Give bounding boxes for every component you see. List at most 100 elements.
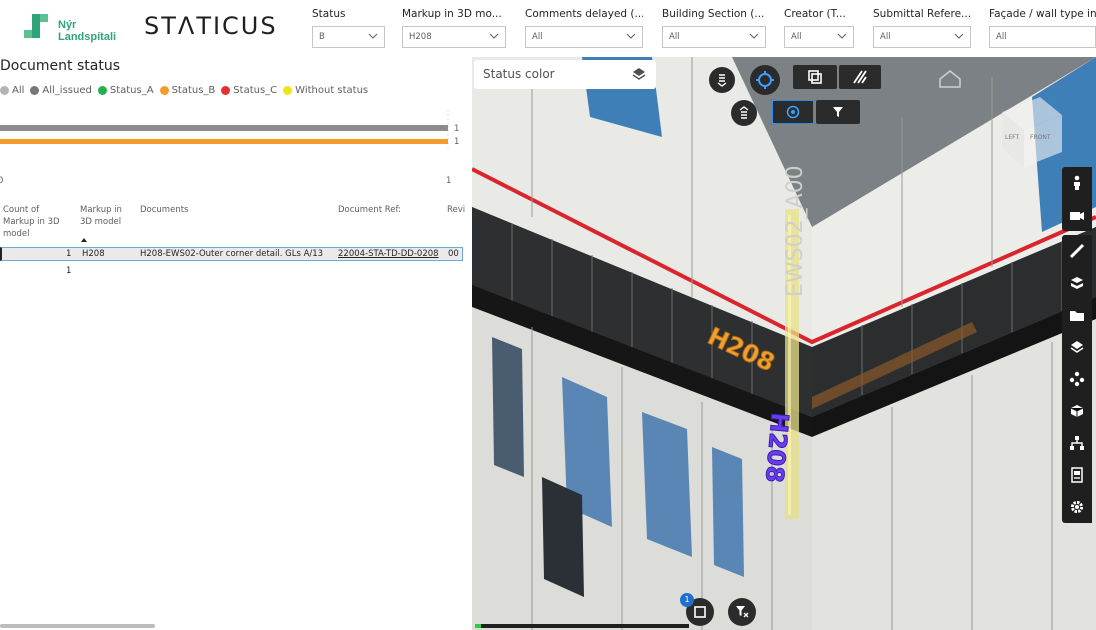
filter-icon bbox=[833, 107, 843, 117]
target-icon bbox=[786, 105, 800, 119]
loading-progress-bar bbox=[475, 624, 689, 628]
layers-icon bbox=[1070, 341, 1084, 353]
first-person-button[interactable] bbox=[1062, 167, 1092, 199]
document-browser-button[interactable] bbox=[1062, 459, 1092, 491]
filter-clear-icon bbox=[736, 606, 749, 618]
cell-document: H208-EWS02-Outer corner detail. GLs A/13 bbox=[140, 249, 324, 259]
settings-button[interactable] bbox=[1062, 491, 1092, 523]
legend-item-status-c[interactable]: Status_C bbox=[221, 85, 277, 96]
staticus-logo: STΛTICUS bbox=[144, 12, 278, 40]
legend-dot bbox=[221, 86, 231, 95]
window-panel bbox=[492, 337, 524, 477]
slicer-title: Status bbox=[312, 8, 346, 20]
horizontal-scrollbar[interactable] bbox=[0, 624, 155, 628]
arrow-up-icon bbox=[739, 106, 749, 119]
legend-label: All_issued bbox=[42, 85, 92, 96]
hatch-icon bbox=[853, 70, 867, 84]
explode-button[interactable] bbox=[1062, 363, 1092, 395]
slicer-building-dropdown[interactable]: All bbox=[662, 26, 766, 48]
logo-text-line2: Landspítali bbox=[58, 31, 117, 43]
slicer-facade-dropdown[interactable]: All bbox=[989, 26, 1096, 48]
camera-button[interactable] bbox=[1062, 199, 1092, 231]
chevron-down-icon bbox=[837, 33, 847, 39]
slicer-creator-dropdown[interactable]: All bbox=[784, 26, 854, 48]
slicer-value: H208 bbox=[409, 32, 432, 42]
clear-filter-button[interactable] bbox=[728, 598, 756, 626]
slicer-comments-dropdown[interactable]: All bbox=[525, 26, 643, 48]
building-facade-3d-view: EWS02_A00 H208 H208 LEFT FRONT bbox=[472, 57, 1096, 630]
legend-item-status-b[interactable]: Status_B bbox=[159, 85, 215, 96]
explode-icon bbox=[1069, 371, 1085, 387]
hatch-toggle-button[interactable] bbox=[839, 65, 881, 89]
logo-text-line1: Nýr bbox=[58, 19, 77, 31]
chart-legend: All All_issued Status_A Status_B Status_… bbox=[0, 85, 368, 96]
table-row[interactable]: 1 H208 H208-EWS02-Outer corner detail. G… bbox=[0, 247, 463, 261]
cell-document-ref-link[interactable]: 22004-STA-TD-DD-0208 bbox=[338, 248, 439, 260]
sort-down-button[interactable] bbox=[709, 67, 735, 93]
person-icon bbox=[1074, 175, 1080, 190]
selection-count-badge: 1 bbox=[680, 593, 694, 607]
legend-item-all-issued[interactable]: All_issued bbox=[30, 85, 92, 96]
legend-dot bbox=[97, 86, 107, 95]
slicer-comments-delayed: Comments delayed (... All bbox=[525, 8, 643, 48]
layers-button[interactable] bbox=[1062, 331, 1092, 363]
folder-button[interactable] bbox=[1062, 299, 1092, 331]
legend-label: All bbox=[12, 85, 25, 96]
hierarchy-icon bbox=[1070, 436, 1084, 450]
cell-markup: H208 bbox=[82, 249, 105, 259]
bar-status-b[interactable] bbox=[0, 139, 448, 144]
ruler-icon bbox=[1069, 243, 1085, 259]
window-panel bbox=[712, 447, 744, 577]
sort-up-button[interactable] bbox=[731, 100, 757, 126]
slicer-markup: Markup in 3D mo... H208 bbox=[402, 8, 506, 48]
arrow-down-icon bbox=[717, 74, 727, 87]
column-header-document-ref[interactable]: Document Ref: bbox=[338, 204, 401, 216]
right-toolbar-group-1 bbox=[1062, 167, 1092, 231]
crosshair-icon bbox=[756, 71, 774, 89]
slicer-creator: Creator (T... All bbox=[784, 8, 854, 48]
bar-all-issued[interactable] bbox=[0, 125, 448, 131]
cell-count: 1 bbox=[66, 249, 72, 259]
legend-item-all[interactable]: All bbox=[0, 85, 24, 96]
cube-stack-icon bbox=[1071, 277, 1083, 289]
slicer-status-dropdown[interactable]: B bbox=[312, 26, 385, 48]
legend-dot bbox=[283, 86, 293, 95]
focus-target-button[interactable] bbox=[750, 65, 780, 95]
section-box-button[interactable] bbox=[793, 65, 837, 89]
chevron-down-icon bbox=[954, 33, 964, 39]
section-box-icon bbox=[808, 70, 822, 84]
legend-item-status-a[interactable]: Status_A bbox=[97, 85, 154, 96]
sort-ascending-icon bbox=[81, 238, 87, 242]
chevron-down-icon bbox=[489, 33, 499, 39]
column-header-revision[interactable]: Revi bbox=[447, 204, 465, 216]
legend-item-without-status[interactable]: Without status bbox=[283, 85, 368, 96]
hierarchy-button[interactable] bbox=[1062, 427, 1092, 459]
slicer-value: B bbox=[319, 32, 325, 42]
bar-chart-svg: 1 1 0 1 bbox=[0, 110, 459, 186]
slicer-submittal-dropdown[interactable]: All bbox=[873, 26, 971, 48]
filter-button[interactable] bbox=[816, 100, 860, 124]
x-tick-label: 0 bbox=[0, 176, 3, 186]
status-color-dropdown[interactable]: Status color bbox=[474, 60, 656, 89]
slicer-status: Status B bbox=[312, 8, 385, 48]
header: Nýr Landspítali STΛTICUS Status B Markup… bbox=[0, 0, 1096, 52]
column-header-markup[interactable]: Markup in 3D model bbox=[80, 204, 130, 228]
window-panel bbox=[642, 412, 692, 557]
status-color-label: Status color bbox=[483, 67, 555, 81]
measure-button[interactable] bbox=[1062, 235, 1092, 267]
chevron-down-icon bbox=[749, 33, 759, 39]
chevron-down-icon bbox=[626, 33, 636, 39]
slicer-title: Markup in 3D mo... bbox=[402, 8, 502, 20]
legend-label: Without status bbox=[295, 85, 369, 96]
properties-button[interactable] bbox=[1062, 395, 1092, 427]
slicer-title: Building Section (... bbox=[662, 8, 765, 20]
select-mode-button[interactable] bbox=[772, 100, 814, 124]
slicer-markup-dropdown[interactable]: H208 bbox=[402, 26, 506, 48]
slicer-value: All bbox=[669, 32, 680, 42]
3d-model-viewer[interactable]: EWS02_A00 H208 H208 LEFT FRONT Status co… bbox=[472, 57, 1096, 630]
slicer-facade-wall-type: Façade / wall type in 3... All bbox=[989, 8, 1096, 48]
model-tree-button[interactable] bbox=[1062, 267, 1092, 299]
slicer-value: All bbox=[880, 32, 891, 42]
column-header-count[interactable]: Count of Markup in 3D model bbox=[3, 204, 65, 240]
column-header-documents[interactable]: Documents bbox=[140, 204, 188, 216]
